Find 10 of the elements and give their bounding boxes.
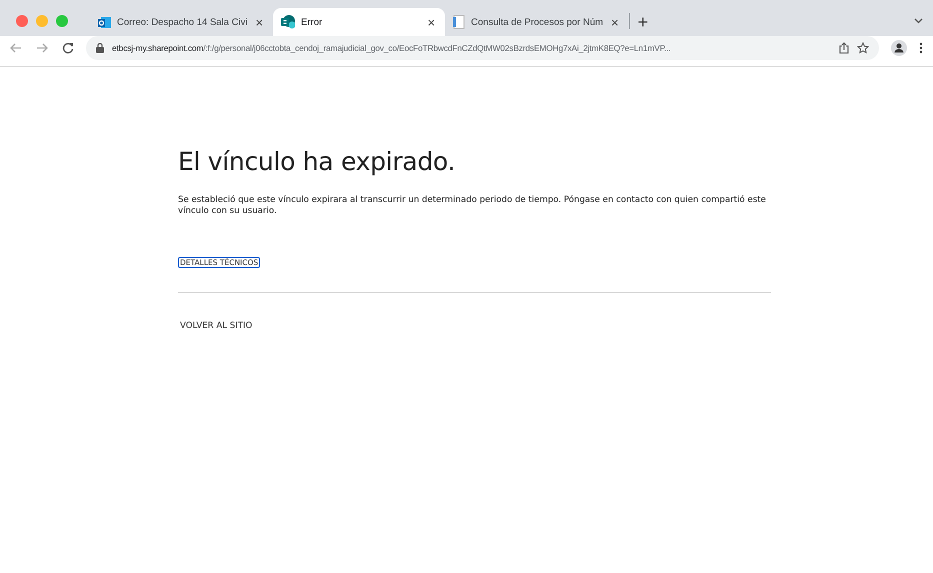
error-message: Se estableció que este vínculo expirara al transcurrir un determinado periodo de tiempo. Póngase en contacto con quien compartió este vínculo con su usuario. <box>178 195 767 217</box>
page-heading: El vínculo ha expirado. <box>178 147 456 176</box>
new-tab-button[interactable]: + <box>638 12 648 33</box>
close-tab-button[interactable]: × <box>253 14 266 30</box>
browser-tab[interactable]: Correo: Despacho 14 Sala Civi × <box>90 8 274 36</box>
close-tab-button[interactable]: × <box>425 14 438 30</box>
close-tab-button[interactable]: × <box>609 14 621 30</box>
back-to-site-link[interactable]: VOLVER AL SITIO <box>178 320 254 332</box>
browser-tab[interactable]: Error × <box>273 8 446 36</box>
browser-tab[interactable]: Consulta de Procesos por Núm × <box>445 8 629 36</box>
